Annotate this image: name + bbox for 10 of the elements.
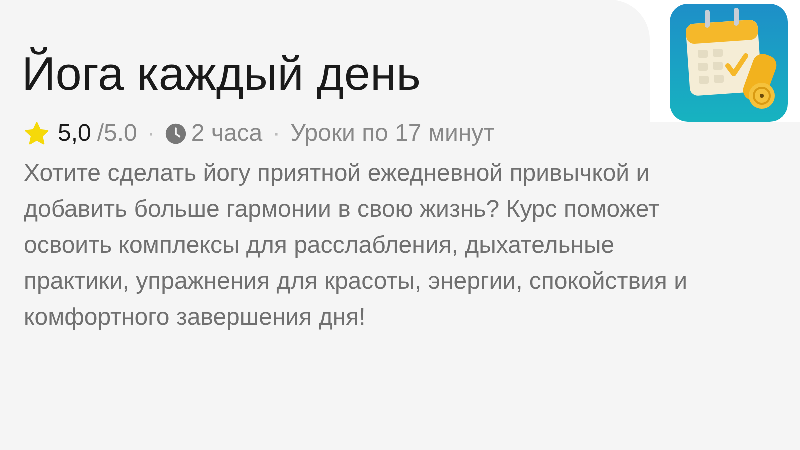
rating-value: 5,0 — [58, 119, 92, 149]
separator: · — [272, 119, 281, 149]
rating-max: /5.0 — [97, 119, 138, 149]
course-description: Хотите сделать йогу приятной ежедневной привычкой и добавить больше гармонии в свою жизнь? Курс поможет освоить комплексы для расслабления, дыхательные практики, упражнения для красоты, энергии, спокойствия и комфортного завершения дня! — [24, 159, 688, 333]
course-title: Йога каждый день — [22, 46, 422, 102]
separator: · — [147, 119, 156, 149]
star-icon — [24, 121, 50, 147]
lessons-info: Уроки по 17 минут — [290, 119, 495, 149]
calendar-icon — [670, 4, 788, 122]
duration: 2 часа — [191, 119, 263, 149]
